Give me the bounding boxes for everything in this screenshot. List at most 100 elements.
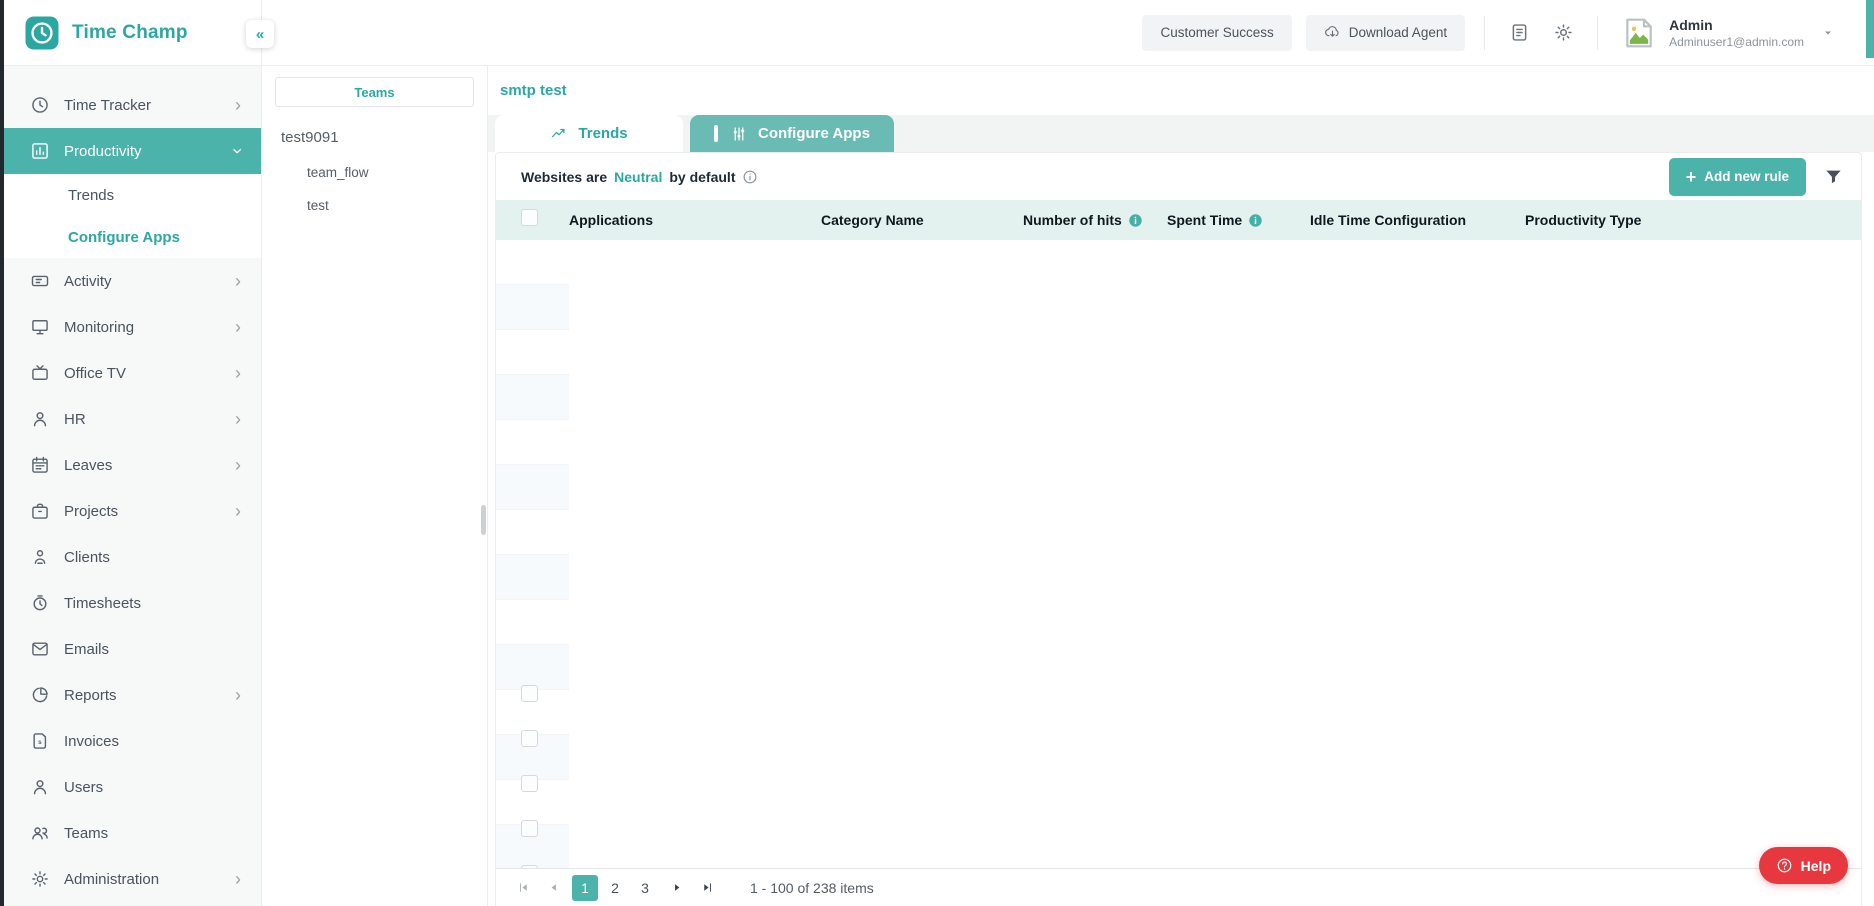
row-checkbox[interactable]	[521, 774, 538, 792]
sidebar-item[interactable]: s Invoices	[4, 718, 261, 764]
plus-icon: +	[1685, 166, 1697, 187]
row-checkbox[interactable]	[521, 819, 538, 837]
sidebar-item[interactable]: Timesheets	[4, 580, 261, 626]
row-checkbox[interactable]	[521, 684, 538, 702]
reports-icon	[30, 685, 50, 705]
download-agent-button[interactable]: Download Agent	[1305, 14, 1466, 51]
table-row: 1xbetspin.com Social Media 0 00:00 Defau…	[496, 645, 1861, 868]
first-page-button[interactable]	[510, 875, 536, 901]
sidebar-item[interactable]: Monitoring ›	[4, 304, 261, 350]
help-button[interactable]: Help	[1758, 847, 1848, 884]
sidebar-item-label: Teams	[64, 824, 109, 842]
teams-panel-title: Teams	[354, 84, 395, 100]
divider	[1484, 15, 1486, 50]
active-tab-indicator	[714, 125, 718, 142]
sidebar-item[interactable]: Emails	[4, 626, 261, 672]
page-title: smtp test	[500, 82, 567, 99]
monitoring-icon	[30, 317, 50, 337]
users-icon	[30, 777, 50, 797]
sidebar-collapse-button[interactable]: «	[246, 20, 274, 48]
chevron-icon: ›	[235, 317, 241, 337]
top-right-accent-strip	[1866, 0, 1874, 58]
sidebar-item[interactable]: Office TV ›	[4, 350, 261, 396]
gear-icon[interactable]	[1548, 18, 1578, 48]
team-item[interactable]: test	[262, 189, 487, 222]
column-header: Category Name	[821, 212, 1023, 228]
table-row: .*Notepad.* Not Categorised 0 00:00 Defa…	[496, 510, 1861, 868]
last-page-button[interactable]	[694, 875, 720, 901]
sidebar-item[interactable]: Configure Apps	[4, 216, 261, 258]
emails-icon	[30, 639, 50, 659]
leaves-icon	[30, 455, 50, 475]
sidebar-item[interactable]: Time Tracker ›	[4, 82, 261, 128]
select-all-cell	[521, 209, 569, 231]
app-window: Time Champ Time Tracker › Productivity ›…	[0, 0, 1874, 906]
sidebar-item[interactable]: Activity ›	[4, 258, 261, 304]
sidebar-item-label: Configure Apps	[68, 228, 180, 246]
table-row: accounts.google.com Social Media 0 00:00…	[496, 690, 1861, 868]
info-icon[interactable]	[742, 169, 758, 185]
svg-text:s: s	[38, 739, 42, 746]
user-info: Admin Adminuser1@admin.com	[1669, 17, 1804, 49]
column-header: Applications	[569, 212, 821, 228]
checkbox-cell	[521, 729, 569, 747]
info-icon[interactable]	[1128, 213, 1143, 228]
checkbox-cell	[521, 819, 569, 837]
previous-page-button[interactable]	[540, 875, 566, 901]
clients-icon	[30, 547, 50, 567]
sidebar-item[interactable]: Administration ›	[4, 856, 261, 902]
question-circle-icon	[1776, 857, 1793, 874]
table-row: .*Zoho.* Office Apps 0 00:00 Default Idl…	[496, 600, 1861, 868]
table-row: .*chrome.* News 0 00:00 No Idle Time Pro…	[496, 375, 1861, 868]
sidebar-item-label: Emails	[64, 640, 110, 658]
document-icon[interactable]	[1504, 18, 1534, 48]
info-icon[interactable]	[1248, 213, 1263, 228]
next-page-button[interactable]	[664, 875, 690, 901]
sidebar-item[interactable]: Teams	[4, 810, 261, 856]
checkbox-cell	[521, 774, 569, 792]
filter-funnel-icon[interactable]	[1824, 167, 1843, 186]
content-row: Teams test9091 team_flow test smtp test	[262, 66, 1874, 906]
team-item[interactable]: test9091	[262, 119, 487, 156]
sidebar-item[interactable]: Clients	[4, 534, 261, 580]
invoices-icon: s	[30, 731, 50, 751]
sidebar-item[interactable]: HR ›	[4, 396, 261, 442]
tab-bar: Trends Configure Apps	[488, 115, 1874, 152]
hr-icon	[30, 409, 50, 429]
row-checkbox[interactable]	[521, 729, 538, 747]
table-row: Activity Monitor.app Others 0 00:00 Defa…	[496, 825, 1861, 868]
note-suffix: by default	[669, 168, 736, 185]
select-all-checkbox[interactable]	[521, 209, 538, 226]
sidebar-item-label: Productivity	[64, 142, 142, 160]
scrollbar-thumb[interactable]	[481, 505, 486, 535]
top-header: Customer Success Download Agent Admin Ad…	[262, 0, 1874, 66]
sidebar-item-label: HR	[64, 410, 86, 428]
checkbox-cell	[521, 684, 569, 702]
sidebar-item[interactable]: Reports ›	[4, 672, 261, 718]
page-number-button[interactable]: 1	[572, 874, 598, 901]
add-new-rule-label: Add new rule	[1704, 169, 1789, 184]
add-new-rule-button[interactable]: + Add new rule	[1668, 157, 1806, 196]
table-row: .*anydesk.* Social Media 0 00:00 No Idle…	[496, 240, 1861, 868]
page-number-button[interactable]: 2	[602, 875, 628, 901]
teams-list: test9091 team_flow test	[262, 107, 487, 222]
brand-logo[interactable]: Time Champ	[4, 0, 261, 66]
sidebar-item[interactable]: Projects ›	[4, 488, 261, 534]
customer-success-button[interactable]: Customer Success	[1142, 14, 1292, 51]
sidebar-item[interactable]: Trends	[4, 174, 261, 216]
user-menu[interactable]: Admin Adminuser1@admin.com	[1619, 13, 1834, 53]
sidebar-item[interactable]: Users	[4, 764, 261, 810]
team-item[interactable]: team_flow	[262, 156, 487, 189]
tab[interactable]: Trends	[495, 115, 683, 152]
sidebar-item-label: Time Tracker	[64, 96, 151, 114]
sidebar-item-label: Clients	[64, 548, 110, 566]
sidebar-item-label: Administration	[64, 870, 160, 888]
sidebar-item[interactable]: Productivity ›	[4, 128, 261, 174]
tab[interactable]: Configure Apps	[690, 115, 894, 152]
divider	[1597, 15, 1599, 50]
page-number-button[interactable]: 3	[632, 875, 658, 901]
column-header-label: Spent Time	[1167, 212, 1243, 228]
avatar-broken-image-icon	[1619, 13, 1659, 53]
sidebar-item-label: Users	[64, 778, 104, 796]
sidebar-item[interactable]: Leaves ›	[4, 442, 261, 488]
